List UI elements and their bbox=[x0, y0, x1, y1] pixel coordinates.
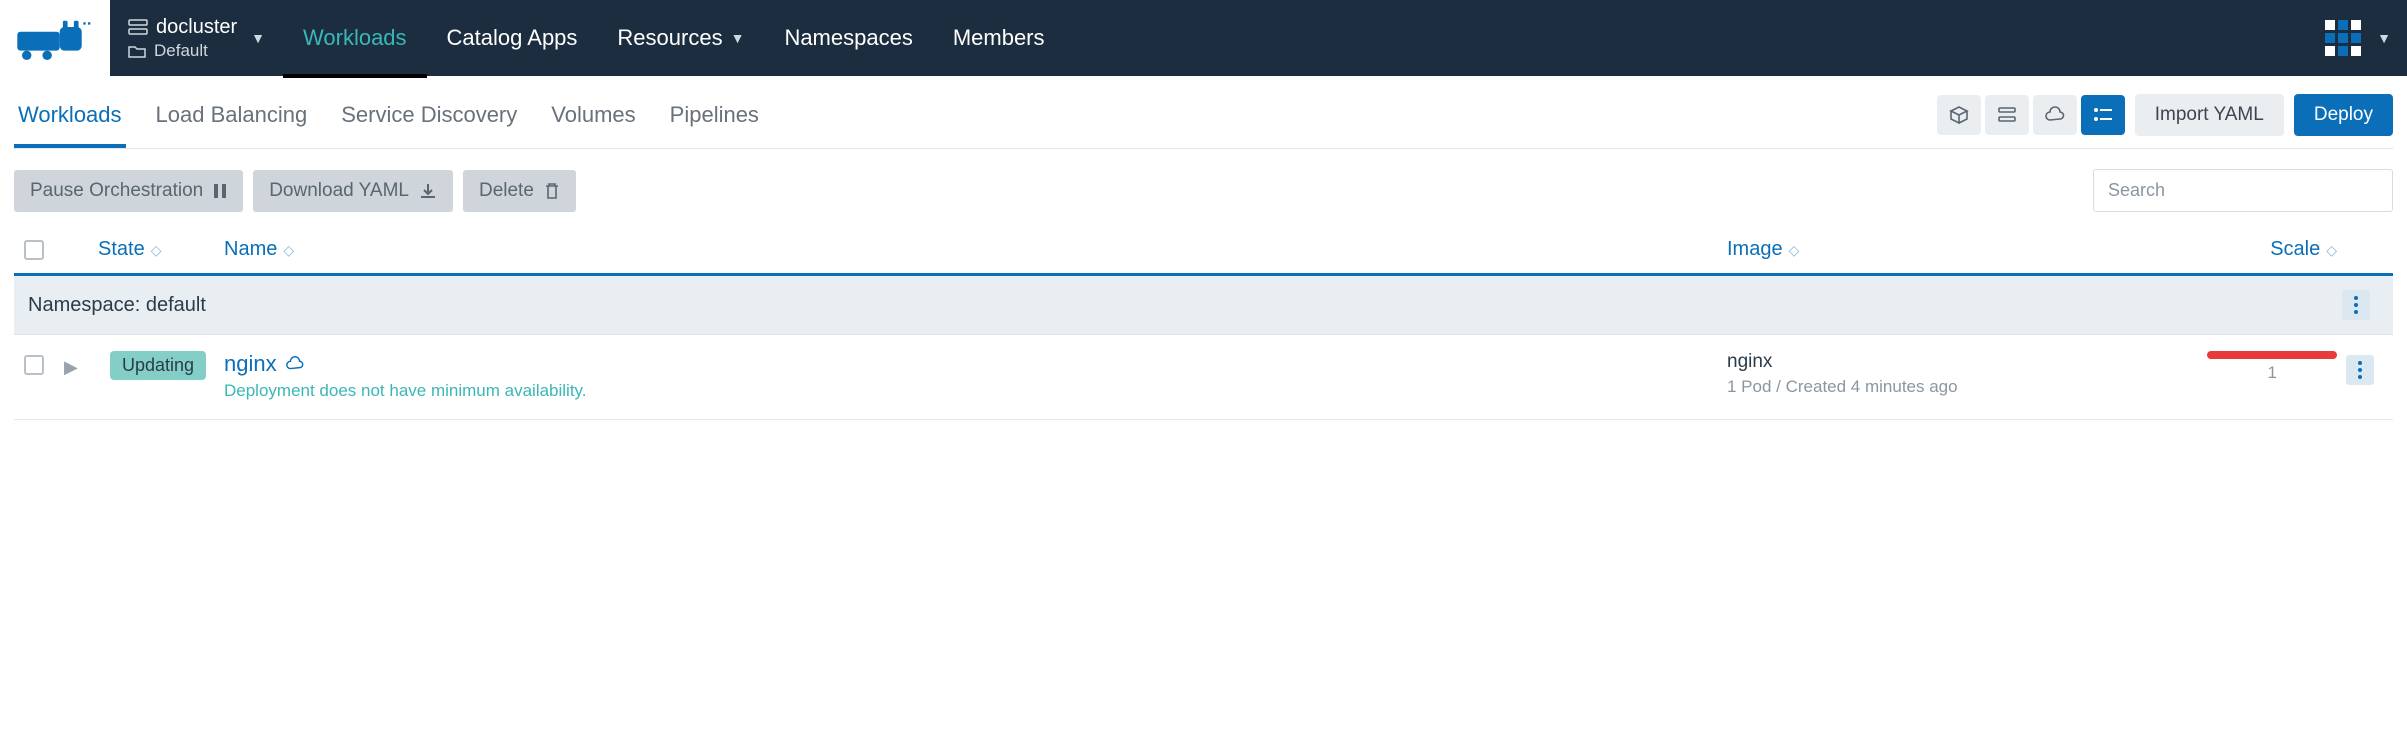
view-cube-button[interactable] bbox=[1937, 95, 1981, 135]
scale-health-bar bbox=[2207, 351, 2337, 359]
cloud-icon bbox=[285, 355, 305, 373]
tab-service-discovery[interactable]: Service Discovery bbox=[341, 102, 517, 128]
folder-icon bbox=[128, 44, 146, 58]
apps-grid-icon[interactable] bbox=[2323, 18, 2363, 58]
stack-icon bbox=[1997, 106, 2017, 124]
pause-orchestration-button[interactable]: Pause Orchestration bbox=[14, 170, 243, 212]
table-header-row: State◇ Name◇ Image◇ Scale◇ bbox=[14, 226, 2393, 276]
workloads-subnav: Workloads Load Balancing Service Discove… bbox=[14, 94, 2393, 149]
header-right: ▼ bbox=[2307, 0, 2407, 76]
namespace-group-label: Namespace: default bbox=[28, 294, 206, 317]
namespace-actions-menu[interactable] bbox=[2342, 290, 2370, 320]
table-row: ▶ Updating nginx Deployment does not hav… bbox=[14, 335, 2393, 420]
col-header-scale[interactable]: Scale◇ bbox=[2167, 238, 2337, 261]
deploy-button[interactable]: Deploy bbox=[2294, 94, 2393, 136]
col-header-state[interactable]: State◇ bbox=[64, 238, 224, 261]
nav-catalog-apps[interactable]: Catalog Apps bbox=[427, 0, 598, 76]
view-list-button[interactable] bbox=[2081, 95, 2125, 135]
tab-load-balancing[interactable]: Load Balancing bbox=[156, 102, 308, 128]
cloud-icon bbox=[2044, 106, 2066, 124]
rancher-logo-icon bbox=[15, 16, 95, 60]
status-badge: Updating bbox=[110, 351, 206, 380]
download-yaml-button[interactable]: Download YAML bbox=[253, 170, 453, 212]
chevron-down-icon: ▼ bbox=[251, 30, 265, 46]
workload-status-message: Deployment does not have minimum availab… bbox=[224, 381, 1727, 401]
list-icon bbox=[2093, 107, 2113, 123]
sort-icon: ◇ bbox=[151, 242, 162, 258]
workload-image-sub: 1 Pod / Created 4 minutes ago bbox=[1727, 377, 2167, 397]
search-input[interactable] bbox=[2093, 169, 2393, 212]
download-icon bbox=[419, 182, 437, 200]
pause-icon bbox=[213, 183, 227, 199]
top-header: docluster Default ▼ Workloads Catalog Ap… bbox=[0, 0, 2407, 76]
chevron-down-icon: ▼ bbox=[731, 30, 745, 46]
cluster-name: docluster bbox=[156, 16, 237, 39]
sort-icon: ◇ bbox=[1789, 242, 1800, 258]
row-checkbox[interactable] bbox=[24, 355, 44, 375]
col-header-image[interactable]: Image◇ bbox=[1727, 238, 2167, 261]
namespace-group-row: Namespace: default bbox=[14, 276, 2393, 335]
view-mode-group bbox=[1937, 95, 2125, 135]
workload-image: nginx bbox=[1727, 351, 2167, 373]
tab-workloads[interactable]: Workloads bbox=[18, 102, 122, 128]
workload-name-link[interactable]: nginx bbox=[224, 351, 1727, 377]
workloads-table: State◇ Name◇ Image◇ Scale◇ Namespace: de… bbox=[14, 226, 2393, 420]
nav-resources[interactable]: Resources▼ bbox=[597, 0, 764, 76]
nav-namespaces[interactable]: Namespaces bbox=[764, 0, 932, 76]
main-nav: Workloads Catalog Apps Resources▼ Namesp… bbox=[283, 0, 1065, 76]
expand-row-toggle[interactable]: ▶ bbox=[64, 357, 78, 377]
cluster-icon bbox=[128, 19, 148, 35]
row-actions-menu[interactable] bbox=[2346, 355, 2374, 385]
page-body: Workloads Load Balancing Service Discove… bbox=[0, 76, 2407, 438]
col-header-name[interactable]: Name◇ bbox=[224, 238, 1727, 261]
nav-workloads[interactable]: Workloads bbox=[283, 0, 427, 76]
view-cloud-button[interactable] bbox=[2033, 95, 2077, 135]
logo-area[interactable] bbox=[0, 0, 110, 76]
cluster-selector[interactable]: docluster Default ▼ bbox=[110, 0, 283, 76]
select-all-checkbox[interactable] bbox=[24, 240, 44, 260]
cube-icon bbox=[1949, 105, 1969, 125]
sort-icon: ◇ bbox=[2326, 242, 2337, 258]
tab-volumes[interactable]: Volumes bbox=[551, 102, 635, 128]
scale-count: 1 bbox=[2268, 363, 2337, 383]
view-stack-button[interactable] bbox=[1985, 95, 2029, 135]
trash-icon bbox=[544, 182, 560, 200]
search-box bbox=[2093, 169, 2393, 212]
nav-members[interactable]: Members bbox=[933, 0, 1065, 76]
delete-button[interactable]: Delete bbox=[463, 170, 576, 212]
tab-pipelines[interactable]: Pipelines bbox=[670, 102, 759, 128]
import-yaml-button[interactable]: Import YAML bbox=[2135, 94, 2284, 136]
chevron-down-icon[interactable]: ▼ bbox=[2377, 30, 2391, 46]
sort-icon: ◇ bbox=[283, 242, 294, 258]
project-name: Default bbox=[154, 41, 208, 61]
bulk-action-toolbar: Pause Orchestration Download YAML Delete bbox=[14, 169, 2393, 212]
